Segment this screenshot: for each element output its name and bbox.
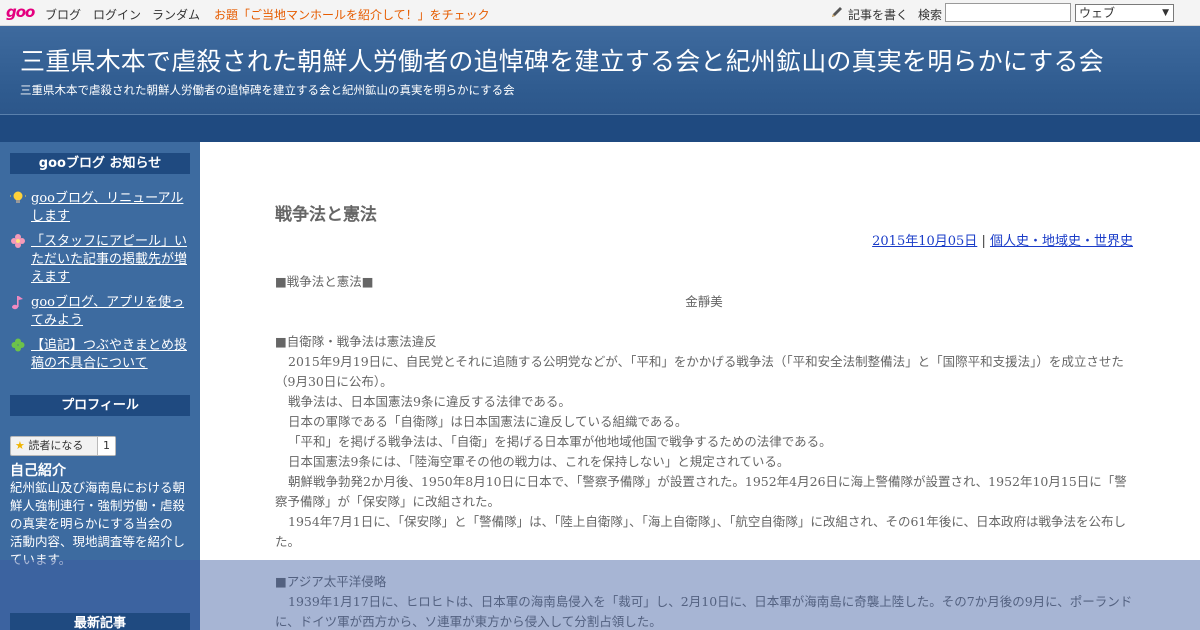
music-note-icon [10,294,27,311]
flower-icon [10,233,27,250]
search-input[interactable] [945,3,1071,22]
article-area: 戦争法と憲法 2015年10月05日 | 個人史・地域史・世界史 ■戦争法と憲法… [200,142,1200,630]
notice-link[interactable]: 【追記】つぶやきまとめ投稿の不具合について [31,337,195,373]
header-band [0,114,1200,142]
lightbulb-icon [10,189,27,207]
paragraph: 2015年9月19日に、自民党とそれに追随する公明党などが、「平和」をかかげる戦… [275,354,1124,389]
blog-header: 三重県木本で虐殺された朝鮮人労働者の追悼碑を建立する会と紀州鉱山の真実を明らかに… [0,26,1200,142]
paragraph: 1954年7月1日に、「保安隊」と「警備隊」は、「陸上自衛隊」、「海上自衛隊」、… [275,514,1127,549]
notice-link[interactable]: 「スタッフにアピール」いただいた記事の掲載先が増えます [31,233,195,287]
latest-section-title: 最新記事 [10,613,190,630]
article-date-link[interactable]: 2015年10月05日 [872,234,977,249]
notice-item: 「スタッフにアピール」いただいた記事の掲載先が増えます [10,233,195,287]
pencil-icon [832,7,842,17]
article-title[interactable]: 戦争法と憲法 [275,200,377,225]
notice-item: gooブログ、リニューアルします [10,189,195,226]
intro-heading: 自己紹介 [10,463,66,479]
paragraph: 日本国憲法9条には、「陸海空軍その他の戦力は、これを保持しない」と規定されている… [288,454,790,469]
follow-label: 読者になる [28,439,84,452]
nav-blog-link[interactable]: ブログ [45,6,81,23]
write-article-link[interactable]: 記事を書く [848,6,908,23]
clover-icon [10,337,27,354]
notice-item: gooブログ、アプリを使ってみよう [10,294,195,330]
meta-separator: | [981,234,986,249]
section-heading: ■戦争法と憲法■ [275,274,374,289]
search-scope-value: ウェブ [1079,6,1116,20]
sidebar: gooブログ お知らせ gooブログ、リニューアルします 「スタッフにアピール」… [0,142,200,630]
paragraph: 「平和」を掲げる戦争法は、「自衛」を掲げる日本軍が他地域他国で戦争するための法律… [288,434,832,449]
follow-button[interactable]: ★ 読者になる 1 [10,436,116,456]
intro-text: 紀州鉱山及び海南島における朝鮮人強制連行・強制労働・虐殺の真実を明らかにする当会… [10,480,186,567]
search-label: 検索 [918,8,943,22]
article-body: ■戦争法と憲法■ 金靜美 ■自衛隊・戦争法は憲法違反 2015年9月19日に、自… [275,272,1133,630]
article-meta: 2015年10月05日 | 個人史・地域史・世界史 [872,230,1133,249]
paragraph: 日本の軍隊である「自衛隊」は日本国憲法に違反している組織である。 [288,414,688,429]
top-toolbar: goo ブログ ログイン ランダム お題「ご当地マンホールを紹介して！」をチェッ… [0,0,1200,26]
notice-item: 【追記】つぶやきまとめ投稿の不具合について [10,337,195,373]
notice-link[interactable]: gooブログ、リニューアルします [31,190,195,226]
article-author: 金靜美 [685,294,723,309]
paragraph: 1939年1月17日に、ヒロヒトは、日本軍の海南島侵入を「裁可」し、2月10日に… [275,594,1133,629]
article-category-link[interactable]: 個人史・地域史・世界史 [990,234,1133,249]
notice-link[interactable]: gooブログ、アプリを使ってみよう [31,294,195,330]
star-icon: ★ [15,439,25,452]
paragraph: 朝鮮戦争勃発2か月後、1950年8月10日に日本で、「警察予備隊」が設置された。… [275,474,1127,509]
nav-random-link[interactable]: ランダム [152,6,200,23]
section-heading: ■自衛隊・戦争法は憲法違反 [275,334,437,349]
blog-description: 三重県木本で虐殺された朝鮮人労働者の追悼碑を建立する会と紀州鉱山の真実を明らかに… [20,83,515,97]
follower-count: 1 [97,437,115,455]
goo-logo[interactable]: goo [6,3,35,21]
paragraph: 戦争法は、日本国憲法9条に違反する法律である。 [288,394,571,409]
blog-title[interactable]: 三重県木本で虐殺された朝鮮人労働者の追悼碑を建立する会と紀州鉱山の真実を明らかに… [20,42,1104,78]
dropdown-arrow-icon: ▼ [1162,8,1169,18]
profile-section-title: プロフィール [10,395,190,416]
section-heading: ■アジア太平洋侵略 [275,574,387,589]
search-scope-select[interactable]: ウェブ ▼ [1075,4,1174,22]
nav-login-link[interactable]: ログイン [93,6,141,23]
promo-link[interactable]: お題「ご当地マンホールを紹介して！」をチェック [214,6,490,23]
notice-section-title: gooブログ お知らせ [10,153,190,174]
